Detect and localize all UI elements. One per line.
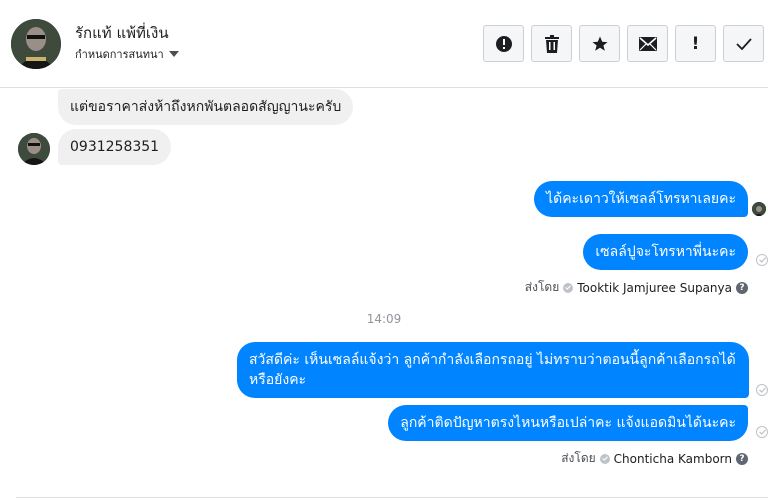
sender-avatar[interactable] (18, 133, 50, 165)
alert-circle-icon (495, 35, 512, 52)
sent-by-label: ส่งโดย Tooktik Jamjuree Supanya ? (525, 278, 748, 297)
delete-button[interactable] (531, 25, 572, 62)
message-timestamp: 14:09 (366, 312, 402, 326)
exclamation-icon: ! (691, 33, 700, 54)
sender-name[interactable]: Tooktik Jamjuree Supanya (577, 281, 732, 295)
outgoing-message[interactable]: สวัสดีค่ะ เห็นเซลล์แจ้งว่า ลูกค้ากำลังเล… (237, 342, 749, 398)
sent-by-prefix: ส่งโดย (561, 451, 596, 465)
sender-check-icon (599, 453, 610, 464)
assign-conversation-dropdown[interactable]: กำหนดการสนทนา (75, 45, 179, 63)
outgoing-message[interactable]: ได้คะเดาวให้เซลล์โทรหาเลยคะ (534, 181, 748, 217)
conversation-header: รักแท้ แพ้ที่เงิน กำหนดการสนทนา ! (0, 0, 768, 88)
conversation-toolbar: ! (483, 25, 764, 62)
sent-by-prefix: ส่งโดย (524, 280, 560, 294)
sender-name[interactable]: Chonticha Kamborn (614, 452, 732, 466)
help-icon[interactable]: ? (736, 452, 748, 465)
follow-up-button[interactable]: ! (675, 25, 716, 62)
mark-done-button[interactable] (723, 25, 764, 62)
caret-down-icon (168, 51, 179, 57)
contact-name[interactable]: รักแท้ แพ้ที่เงิน (75, 21, 169, 45)
assign-label: กำหนดการสนทนา (75, 48, 164, 61)
trash-icon (544, 34, 559, 53)
delivered-check-icon (756, 384, 768, 396)
contact-avatar[interactable] (11, 19, 61, 69)
incoming-message[interactable]: 0931258351 (58, 129, 172, 165)
delivered-check-icon (756, 254, 768, 266)
star-button[interactable] (579, 25, 620, 62)
checkmark-icon (735, 37, 752, 50)
outgoing-message[interactable]: เซลล์ปูจะโทรหาพี่นะคะ (583, 234, 748, 270)
star-icon (592, 36, 607, 51)
report-button[interactable] (483, 25, 524, 62)
outgoing-message[interactable]: ลูกค้าติดปัญหาตรงไหนหรือเปล่าคะ แจ้งแอดม… (388, 405, 748, 441)
envelope-icon (638, 36, 657, 51)
sender-check-icon (563, 282, 574, 293)
mark-unread-button[interactable] (627, 25, 668, 62)
help-icon[interactable]: ? (736, 281, 748, 294)
incoming-message[interactable]: แต่ขอราคาส่งห้าถึงหกพันตลอดสัญญานะครับ (58, 89, 354, 125)
delivered-check-icon (756, 426, 768, 438)
sent-by-label: ส่งโดย Chonticha Kamborn ? (561, 449, 748, 468)
seen-avatar (752, 202, 766, 216)
composer-divider (16, 497, 768, 498)
